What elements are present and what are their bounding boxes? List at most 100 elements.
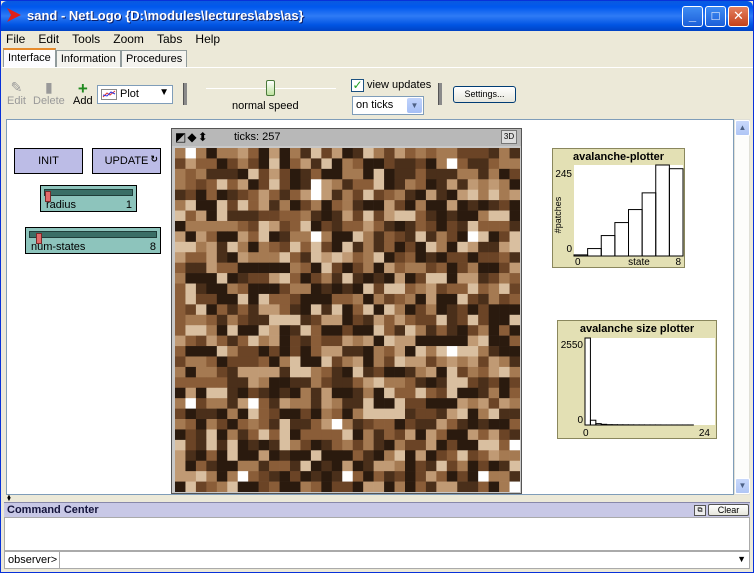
patch-cell <box>405 200 416 211</box>
patch-cell <box>394 325 406 336</box>
settings-button[interactable]: Settings... <box>453 86 516 103</box>
update-button[interactable]: UPDATE ↻ <box>92 148 161 174</box>
detach-icon[interactable]: ⧉ <box>694 505 706 516</box>
add-tool[interactable]: + Add <box>73 79 93 107</box>
patch-cell <box>300 325 312 336</box>
command-output[interactable] <box>4 517 750 551</box>
patch-cell <box>227 148 239 159</box>
edit-tool[interactable]: ✎ Edit <box>7 79 26 107</box>
patch-cell <box>342 398 354 409</box>
command-input[interactable] <box>59 552 734 568</box>
maximize-button[interactable]: □ <box>705 6 726 27</box>
speed-slider-thumb[interactable] <box>266 80 275 96</box>
radius-slider[interactable]: radius 1 <box>40 185 137 212</box>
patch-cell <box>248 346 259 357</box>
workspace-scrollbar[interactable]: ▲ ▼ <box>734 119 750 495</box>
menu-file[interactable]: File <box>1 31 30 47</box>
patch-cell <box>269 460 280 472</box>
world-view[interactable]: ◩◆⬍ ticks: 257 3D <box>171 128 522 494</box>
patch-cell <box>248 471 259 482</box>
patch-cell <box>457 179 469 190</box>
widget-type-select[interactable]: Plot ▼ <box>97 85 173 104</box>
slider-trough[interactable] <box>44 189 133 202</box>
patch-cell <box>405 220 416 232</box>
patch-cell <box>185 273 197 284</box>
title-bar[interactable]: sand - NetLogo {D:\modules\lectures\abs\… <box>1 1 753 31</box>
menu-zoom[interactable]: Zoom <box>108 31 149 47</box>
patch-cell <box>446 387 458 399</box>
slider-trough[interactable] <box>29 231 157 244</box>
3d-view-button[interactable]: 3D <box>501 130 517 144</box>
patch-cell <box>499 168 510 180</box>
patch-cell <box>195 293 207 305</box>
avalanche-plotter[interactable]: avalanche-plotter #patches 245 0 0 state… <box>552 148 685 268</box>
patch-cell <box>352 314 364 326</box>
patch-cell <box>415 220 427 232</box>
scroll-down-button[interactable]: ▼ <box>735 478 750 494</box>
patch-cell <box>436 148 448 159</box>
patch-cell <box>195 241 207 253</box>
menu-tools[interactable]: Tools <box>67 31 105 47</box>
patch-cell <box>310 439 322 451</box>
patch-cell <box>363 200 374 211</box>
patch-grid[interactable] <box>175 148 520 492</box>
resize-icon[interactable]: ◩ <box>175 130 187 144</box>
patch-cell <box>321 429 333 441</box>
patch-cell <box>373 314 385 326</box>
init-button[interactable]: INIT <box>14 148 83 174</box>
patch-cell <box>363 262 374 274</box>
horizontal-arrows-icon[interactable]: ◆ <box>187 130 197 144</box>
patch-cell <box>499 231 510 243</box>
patch-cell <box>425 346 437 357</box>
patch-cell <box>394 283 406 295</box>
netlogo-window: sand - NetLogo {D:\modules\lectures\abs\… <box>0 0 754 573</box>
update-mode-select[interactable]: on ticks ▼ <box>352 96 424 115</box>
num-states-slider[interactable]: num-states 8 <box>25 227 161 254</box>
patch-cell <box>290 408 301 420</box>
patch-cell <box>457 419 469 430</box>
patch-cell <box>331 387 343 399</box>
patch-cell <box>415 252 427 263</box>
tab-interface[interactable]: Interface <box>3 48 56 68</box>
avalanche-size-plotter[interactable]: avalanche size plotter 2550 0 0 24 <box>557 320 717 439</box>
minimize-button[interactable]: _ <box>682 6 703 27</box>
patch-cell <box>321 200 333 211</box>
patch-cell <box>310 387 322 399</box>
view-updates-checkbox[interactable]: ✓ <box>351 79 364 92</box>
clear-button[interactable]: Clear <box>708 504 749 516</box>
patch-cell <box>279 273 291 284</box>
tab-procedures[interactable]: Procedures <box>120 50 188 68</box>
patch-cell <box>248 398 259 409</box>
patch-cell <box>457 471 469 482</box>
close-button[interactable]: ✕ <box>728 6 749 27</box>
patch-cell <box>248 356 259 368</box>
patch-cell <box>206 262 218 274</box>
patch-cell <box>258 398 270 409</box>
patch-cell <box>352 168 364 180</box>
patch-cell <box>405 460 416 472</box>
menu-edit[interactable]: Edit <box>33 31 64 47</box>
menu-tabs[interactable]: Tabs <box>152 31 187 47</box>
patch-cell <box>499 252 510 263</box>
patch-cell <box>279 356 291 368</box>
menu-help[interactable]: Help <box>190 31 225 47</box>
patch-cell <box>436 273 448 284</box>
patch-cell <box>342 356 354 368</box>
patch-cell <box>384 252 395 263</box>
patch-cell <box>488 273 500 284</box>
tab-information[interactable]: Information <box>55 50 121 68</box>
patch-cell <box>415 387 427 399</box>
delete-tool[interactable]: ▮ Delete <box>33 79 65 107</box>
patch-cell <box>227 471 239 482</box>
view-shape-controls[interactable]: ◩◆⬍ <box>175 130 209 144</box>
patch-cell <box>195 429 207 441</box>
patch-cell <box>488 460 500 472</box>
patch-cell <box>488 387 500 399</box>
chevron-down-icon[interactable]: ▼ <box>737 554 746 564</box>
vertical-arrows-icon[interactable]: ⬍ <box>198 130 209 144</box>
scroll-up-button[interactable]: ▲ <box>735 120 750 136</box>
patch-cell <box>352 408 364 420</box>
patch-cell <box>258 168 270 180</box>
observer-prompt[interactable]: observer> <box>8 554 57 566</box>
patch-cell <box>488 200 500 211</box>
